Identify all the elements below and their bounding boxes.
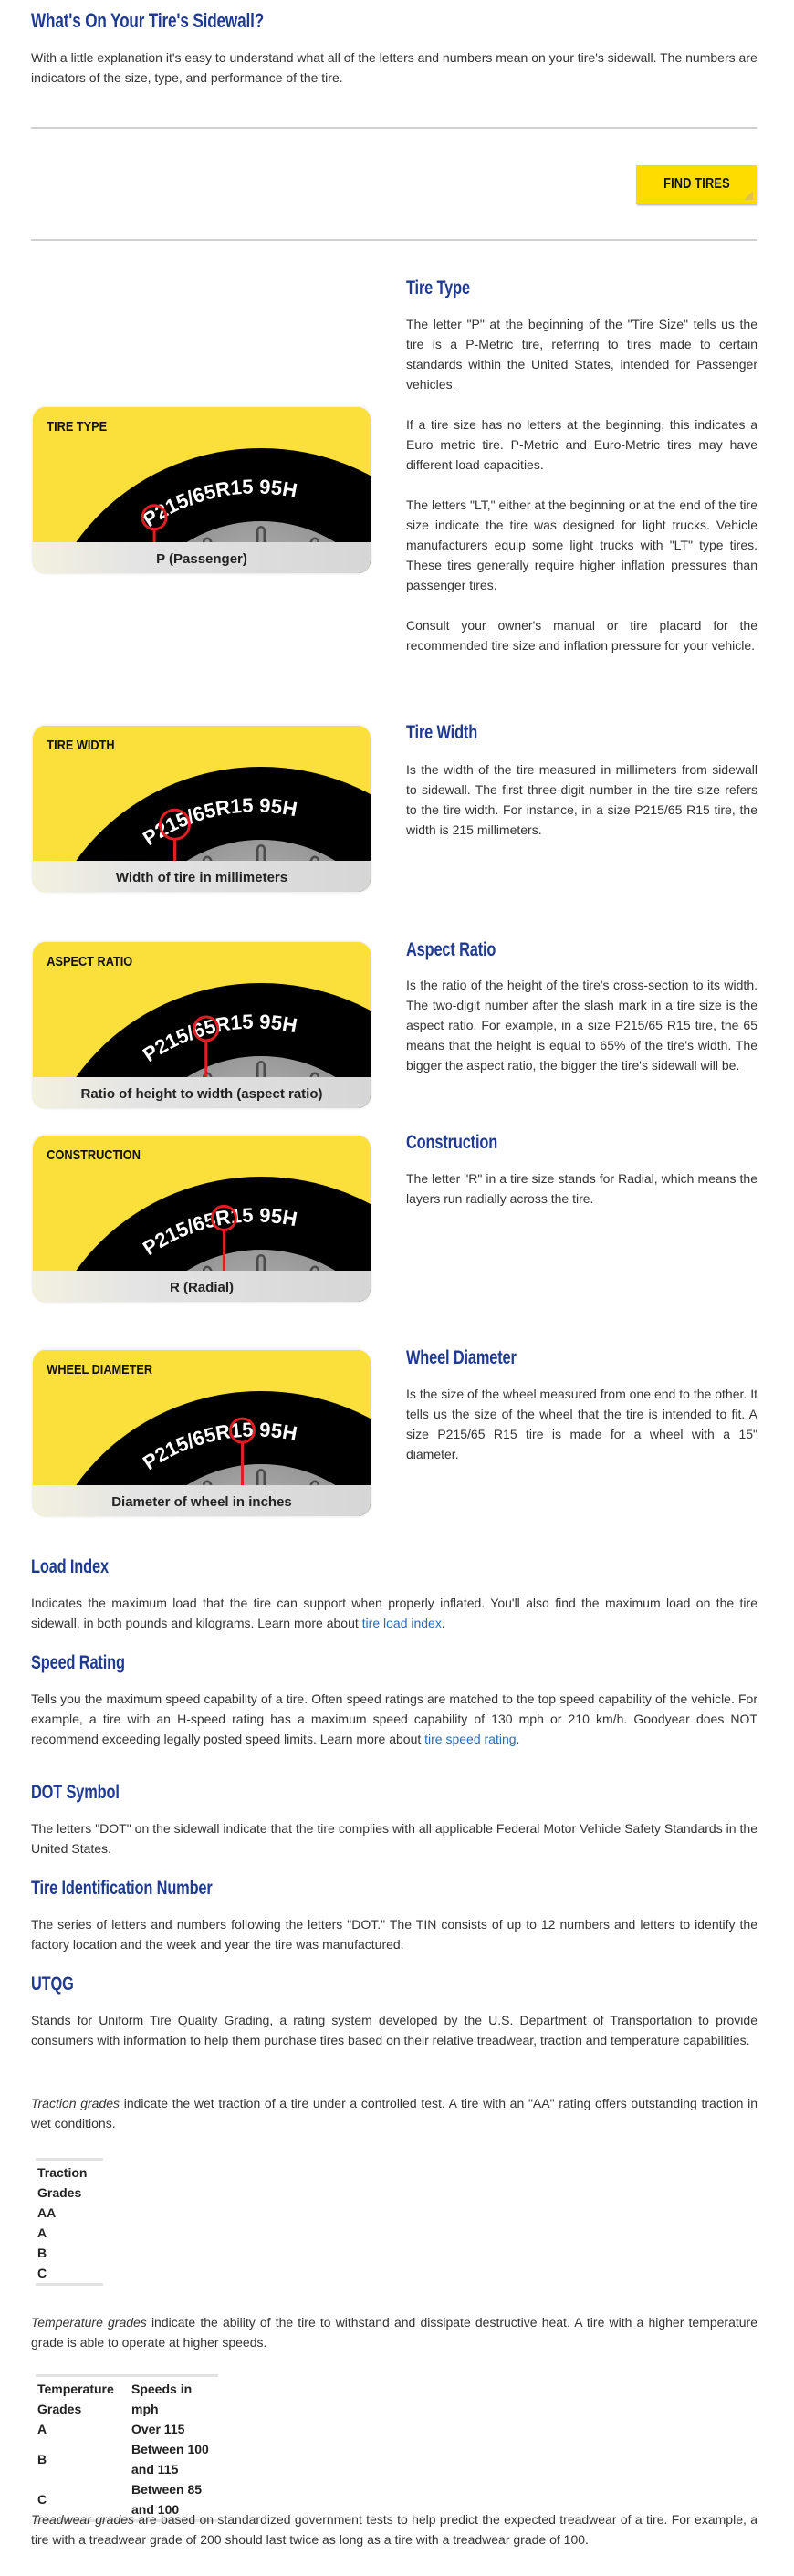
feature-paragraph: Is the width of the tire measured in mil… (406, 762, 757, 837)
traction-grades-table: Traction Grades AA A B C (36, 2158, 103, 2286)
table-row: A Over 115 (36, 2419, 218, 2439)
divider (31, 127, 757, 129)
table-row: B (36, 2243, 103, 2263)
image-caption: R (Radial) (170, 1280, 234, 1295)
table-cell: C (37, 2266, 47, 2280)
image-caption: P (Passenger) (156, 551, 247, 567)
table-header: Temperature Grades (37, 2382, 114, 2416)
tire-speed-rating-link[interactable]: tire speed rating (424, 1732, 516, 1746)
utqg-text: Stands for Uniform Tire Quality Grading,… (31, 2013, 757, 2047)
divider (31, 239, 757, 241)
punctuation: . (441, 1616, 445, 1630)
tire-type-illustration: P215/65R15 95H P (Passenger) TIRE TYPE (33, 407, 371, 573)
table-row: C (36, 2263, 103, 2285)
feature-title: Tire Type (406, 277, 470, 298)
speed-rating-body: Tells you the maximum speed capability o… (31, 1691, 757, 1746)
image-caption: Width of tire in millimeters (116, 870, 287, 885)
table-row: A (36, 2223, 103, 2243)
treadwear-grades-text: Treadwear grades are based on standardiz… (31, 2509, 757, 2550)
tire-width-illustration: P215/65R15 95H Width of tire in millimete… (33, 726, 371, 892)
dot-symbol-text: The letters "DOT" on the sidewall indica… (31, 1821, 757, 1856)
table-cell: Between 100 and 115 (131, 2442, 209, 2477)
temperature-grades-table: Temperature Grades Speeds in mph A Over 1… (36, 2374, 218, 2522)
utqg-title: UTQG (31, 1974, 74, 1995)
aspect-ratio-illustration: P215/65R15 95H Ratio of height to width (… (33, 942, 371, 1108)
feature-paragraph: The letters "LT," either at the beginnin… (406, 497, 757, 592)
traction-grades-body: indicate the wet traction of a tire unde… (31, 2096, 758, 2131)
tire-diagram: P215/65R15 95HDiameter of wheel in inche… (33, 1350, 371, 1516)
feature-text: Is the size of the wheel measured from o… (406, 1384, 757, 1484)
feature-title: Wheel Diameter (406, 1347, 517, 1368)
punctuation: . (516, 1732, 520, 1746)
image-label: TIRE WIDTH (47, 737, 114, 752)
load-index-title: Load Index (31, 1556, 109, 1577)
feature-paragraph: The letter "R" in a tire size stands for… (406, 1171, 757, 1206)
feature-text: The letter "R" in a tire size stands for… (406, 1168, 757, 1229)
find-tires-button[interactable]: FIND TIRES (636, 165, 757, 204)
table-header: Speeds in mph (131, 2382, 193, 2416)
feature-title: Tire Width (406, 722, 478, 743)
feature-paragraph: Is the size of the wheel measured from o… (406, 1387, 757, 1461)
page-title: What's On Your Tire's Sidewall? (31, 9, 265, 32)
tire-diagram: P215/65R15 95HP (Passenger)TIRE TYPE (33, 407, 371, 573)
feature-paragraph: Consult your owner's manual or tire plac… (406, 618, 757, 653)
traction-grades-term: Traction grades (31, 2096, 120, 2110)
tire-diagram: P215/65R15 95HRatio of height to width (… (33, 942, 371, 1108)
wheel-diameter-illustration: P215/65R15 95H Diameter of wheel in inche… (33, 1350, 371, 1516)
temperature-grades-term: Temperature grades (31, 2315, 147, 2330)
table-cell: AA (37, 2205, 57, 2220)
tire-diagram: P215/65R15 95HWidth of tire in millimete… (33, 726, 371, 892)
intro-text: With a little explanation it's easy to u… (31, 50, 757, 85)
table-cell: Over 115 (131, 2422, 185, 2436)
speed-rating-text: Tells you the maximum speed capability o… (31, 1689, 757, 1749)
table-row: AA (36, 2203, 103, 2223)
image-label: WHEEL DIAMETER (47, 1361, 152, 1377)
find-tires-label: FIND TIRES (663, 176, 730, 192)
tin-text: The series of letters and numbers follow… (31, 1917, 757, 1952)
temperature-grades-text: Temperature grades indicate the ability … (31, 2312, 757, 2352)
feature-paragraph: Is the ratio of the height of the tire's… (406, 978, 757, 1073)
treadwear-grades-body: are based on standardized government tes… (31, 2512, 757, 2547)
image-label: TIRE TYPE (47, 418, 107, 434)
construction-illustration: P215/65R15 95H R (Radial) CONSTRUCTION (33, 1136, 371, 1302)
corner-arrow-icon (744, 191, 753, 200)
image-label: CONSTRUCTION (47, 1147, 141, 1162)
image-caption: Diameter of wheel in inches (111, 1494, 292, 1510)
feature-text: Is the ratio of the height of the tire's… (406, 975, 757, 1095)
traction-grades-text: Traction grades indicate the wet tractio… (31, 2093, 757, 2133)
tire-diagram: P215/65R15 95HR (Radial)CONSTRUCTION (33, 1136, 371, 1302)
feature-paragraph: The letter "P" at the beginning of the "… (406, 317, 757, 392)
table-cell: B (37, 2452, 47, 2466)
feature-title: Aspect Ratio (406, 939, 496, 960)
feature-paragraph: If a tire size has no letters at the beg… (406, 417, 757, 472)
table-row: B Between 100 and 115 (36, 2439, 218, 2479)
image-caption: Ratio of height to width (aspect ratio) (81, 1086, 323, 1102)
speed-rating-title: Speed Rating (31, 1652, 125, 1673)
image-label: ASPECT RATIO (47, 953, 132, 969)
tire-load-index-link[interactable]: tire load index (362, 1616, 442, 1630)
dot-symbol-title: DOT Symbol (31, 1782, 120, 1803)
feature-text: Is the width of the tire measured in mil… (406, 759, 757, 860)
table-header: Traction Grades (37, 2165, 88, 2200)
load-index-text: Indicates the maximum load that the tire… (31, 1593, 757, 1633)
feature-text: The letter "P" at the beginning of the "… (406, 314, 757, 675)
tin-title: Tire Identification Number (31, 1878, 213, 1899)
treadwear-grades-term: Treadwear grades (31, 2512, 135, 2527)
table-cell: A (37, 2422, 47, 2436)
feature-title: Construction (406, 1132, 498, 1153)
table-cell: A (37, 2225, 47, 2240)
table-cell: B (37, 2246, 47, 2260)
